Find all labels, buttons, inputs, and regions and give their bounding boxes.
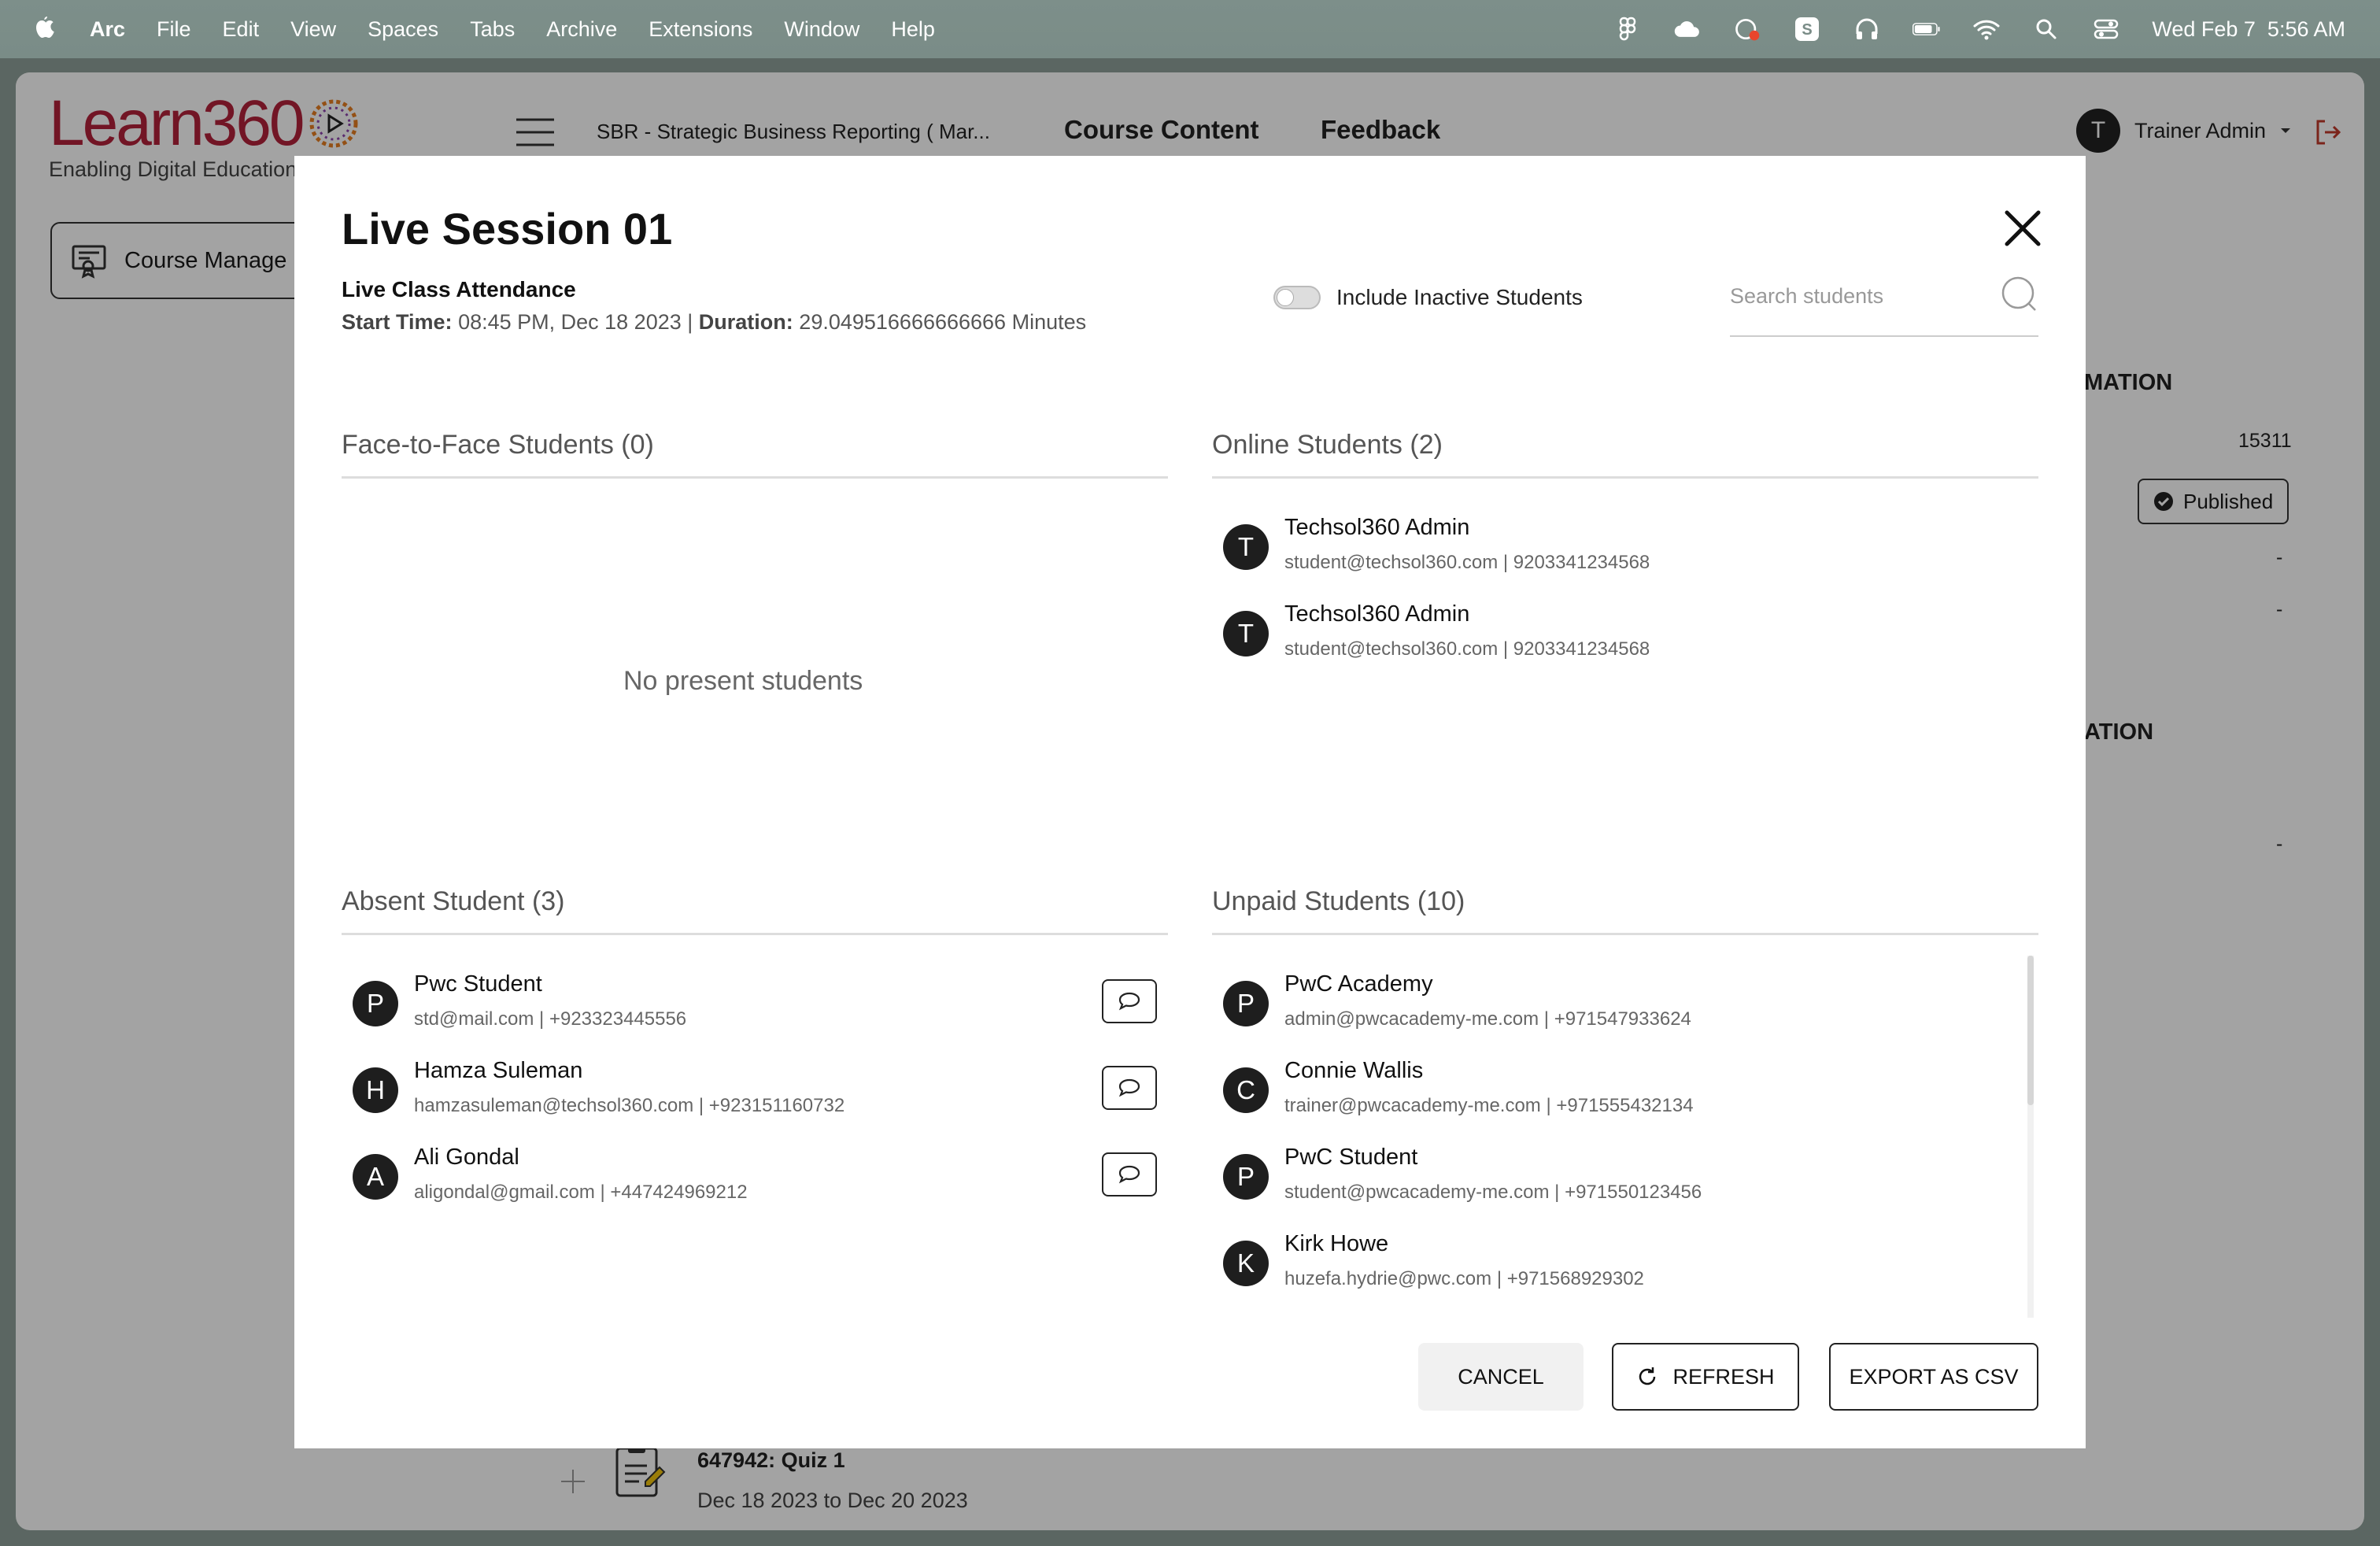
duration-label: Duration: <box>698 310 793 334</box>
menu-spaces[interactable]: Spaces <box>368 17 438 42</box>
include-inactive-toggle[interactable]: Include Inactive Students <box>1273 285 1583 310</box>
menu-edit[interactable]: Edit <box>223 17 260 42</box>
student-name: PwC Student <box>1284 1145 1418 1170</box>
student-contact: student@pwcacademy-me.com | +97155012345… <box>1284 1182 1702 1203</box>
student-name: Techsol360 Admin <box>1284 601 1470 627</box>
list-item: P Pwc Student std@mail.com | +9233234455… <box>342 971 1168 1050</box>
list-item: A Ali Gondal aligondal@gmail.com | +4474… <box>342 1145 1168 1223</box>
skype-icon[interactable]: S <box>1793 15 1821 43</box>
control-center-icon[interactable] <box>2092 15 2120 43</box>
avatar: T <box>1223 611 1269 656</box>
meta-separator: | <box>687 310 693 334</box>
chat-bubble-icon <box>1118 1078 1140 1097</box>
student-name: Ali Gondal <box>414 1145 519 1170</box>
student-name: Connie Wallis <box>1284 1058 1424 1083</box>
svg-text:S: S <box>1802 21 1813 39</box>
list-item: K Kirk Howe huzefa.hydrie@pwc.com | +971… <box>1212 1231 2038 1310</box>
search-icon[interactable] <box>1999 276 2038 315</box>
student-contact: trainer@pwcacademy-me.com | +97155543213… <box>1284 1095 1694 1116</box>
menu-tabs[interactable]: Tabs <box>470 17 515 42</box>
list-item: T Techsol360 Admin student@techsol360.co… <box>1212 515 2038 594</box>
close-icon[interactable] <box>2002 208 2043 249</box>
section-title: Face-to-Face Students (0) <box>342 430 1168 479</box>
chat-bubble-icon <box>1118 1165 1140 1184</box>
student-contact: hamzasuleman@techsol360.com | +923151160… <box>414 1095 845 1116</box>
session-meta: Start Time: 08:45 PM, Dec 18 2023 | Dura… <box>342 310 1086 335</box>
export-csv-button[interactable]: EXPORT AS CSV <box>1829 1343 2038 1411</box>
start-time-value: 08:45 PM, Dec 18 2023 <box>458 310 682 334</box>
avatar: P <box>1223 981 1269 1026</box>
student-contact: std@mail.com | +923323445556 <box>414 1008 687 1030</box>
menu-file[interactable]: File <box>157 17 191 42</box>
student-contact: admin@pwcacademy-me.com | +971547933624 <box>1284 1008 1691 1030</box>
avatar: P <box>353 981 398 1026</box>
student-name: Pwc Student <box>414 971 542 997</box>
list-item: P PwC Academy admin@pwcacademy-me.com | … <box>1212 971 2038 1050</box>
online-section: Online Students (2) T Techsol360 Admin s… <box>1212 430 2038 660</box>
student-contact: student@techsol360.com | 9203341234568 <box>1284 638 1650 660</box>
cancel-button[interactable]: CANCEL <box>1418 1343 1584 1411</box>
scrollbar-thumb[interactable] <box>2027 956 2034 1105</box>
battery-icon[interactable] <box>1913 15 1941 43</box>
menu-window[interactable]: Window <box>784 17 859 42</box>
absent-section: Absent Student (3) P Pwc Student std@mai… <box>342 886 1168 1203</box>
chat-bubble-icon <box>1118 992 1140 1011</box>
message-button[interactable] <box>1102 1066 1157 1110</box>
menubar-clock[interactable]: Wed Feb 7 5:56 AM <box>2152 17 2345 42</box>
attendance-modal: Live Session 01 Live Class Attendance St… <box>294 156 2086 1448</box>
start-time-label: Start Time: <box>342 310 453 334</box>
modal-title: Live Session 01 <box>342 204 673 253</box>
unpaid-section: Unpaid Students (10) P PwC Academy admin… <box>1212 886 2038 1296</box>
toggle-switch[interactable] <box>1273 286 1321 309</box>
menu-archive[interactable]: Archive <box>546 17 617 42</box>
avatar: A <box>353 1154 398 1200</box>
avatar: K <box>1223 1241 1269 1286</box>
student-search <box>1730 266 2038 337</box>
refresh-label: REFRESH <box>1672 1364 1775 1389</box>
student-contact: huzefa.hydrie@pwc.com | +971568929302 <box>1284 1268 1644 1289</box>
avatar: T <box>1223 524 1269 570</box>
student-name: PwC Academy <box>1284 971 1433 997</box>
empty-state-message: No present students <box>623 666 863 696</box>
unpaid-list-scrollbar[interactable] <box>2027 956 2034 1318</box>
toggle-label: Include Inactive Students <box>1336 285 1583 309</box>
headphones-icon[interactable] <box>1853 15 1881 43</box>
wifi-icon[interactable] <box>1972 15 2001 43</box>
section-title: Absent Student (3) <box>342 886 1168 935</box>
figma-icon[interactable] <box>1613 15 1642 43</box>
student-name: Techsol360 Admin <box>1284 515 1470 540</box>
menu-help[interactable]: Help <box>891 17 935 42</box>
list-item: P PwC Student student@pwcacademy-me.com … <box>1212 1145 2038 1223</box>
student-contact: student@techsol360.com | 9203341234568 <box>1284 552 1650 573</box>
student-name: Hamza Suleman <box>414 1058 583 1083</box>
message-button[interactable] <box>1102 1152 1157 1196</box>
section-title: Online Students (2) <box>1212 430 2038 479</box>
search-input[interactable] <box>1730 280 1982 312</box>
face-to-face-section: Face-to-Face Students (0) <box>342 430 1168 479</box>
refresh-button[interactable]: REFRESH <box>1612 1343 1799 1411</box>
menu-view[interactable]: View <box>290 17 336 42</box>
apple-logo-icon[interactable] <box>31 16 58 43</box>
duration-value: 29.049516666666666 Minutes <box>799 310 1087 334</box>
student-name: Kirk Howe <box>1284 1231 1389 1256</box>
spotlight-search-icon[interactable] <box>2032 15 2060 43</box>
avatar: P <box>1223 1154 1269 1200</box>
menu-app-name[interactable]: Arc <box>90 17 125 42</box>
menu-extensions[interactable]: Extensions <box>649 17 752 42</box>
avatar: H <box>353 1067 398 1113</box>
macos-menubar: Arc File Edit View Spaces Tabs Archive E… <box>0 0 2380 58</box>
avatar: C <box>1223 1067 1269 1113</box>
cloud-icon[interactable] <box>1673 15 1702 43</box>
list-item: T Techsol360 Admin student@techsol360.co… <box>1212 601 2038 680</box>
message-button[interactable] <box>1102 979 1157 1023</box>
section-title: Unpaid Students (10) <box>1212 886 2038 935</box>
modal-subtitle: Live Class Attendance <box>342 277 576 301</box>
list-item: H Hamza Suleman hamzasuleman@techsol360.… <box>342 1058 1168 1137</box>
sync-status-icon[interactable] <box>1733 15 1761 43</box>
student-contact: aligondal@gmail.com | +447424969212 <box>414 1182 748 1203</box>
list-item: C Connie Wallis trainer@pwcacademy-me.co… <box>1212 1058 2038 1137</box>
refresh-icon <box>1639 1367 1656 1385</box>
